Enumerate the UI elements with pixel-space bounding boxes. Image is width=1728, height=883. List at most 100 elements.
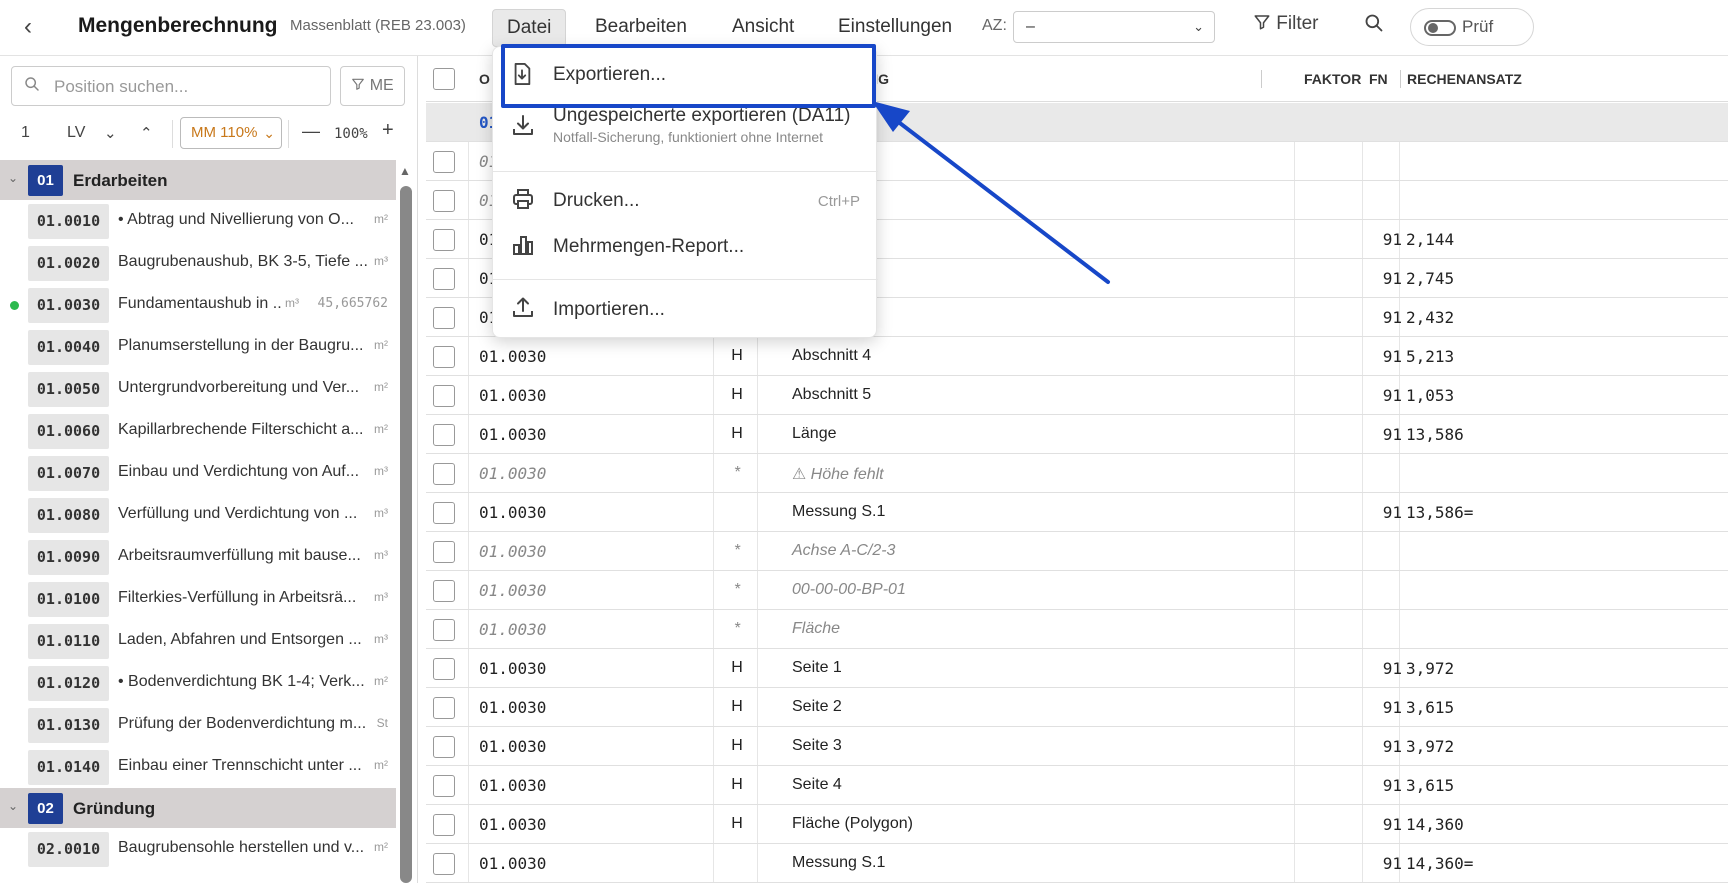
cell-fn[interactable]: 91 <box>1370 698 1402 717</box>
scrollbar[interactable]: ▲ <box>399 164 413 883</box>
cell-description[interactable]: Messung S.1 <box>792 503 885 521</box>
column-header-fn[interactable]: FN <box>1369 71 1388 87</box>
list-item[interactable]: 01.0070 Einbau und Verdichtung von Auf...… <box>0 452 396 494</box>
column-header-pos[interactable]: O <box>479 71 490 87</box>
cell-position[interactable]: 01.0030 <box>479 620 546 639</box>
menu-item-print[interactable]: Drucken... Ctrl+P <box>493 177 878 221</box>
cell-rechenansatz[interactable]: 13,586= <box>1406 503 1473 522</box>
menu-item-import[interactable]: Importieren... <box>493 285 878 331</box>
menu-bearbeiten[interactable]: Bearbeiten <box>581 9 701 47</box>
cell-description[interactable]: Abschnitt 5 <box>792 386 871 404</box>
cell-flag[interactable]: H <box>728 698 746 716</box>
cell-flag[interactable]: H <box>728 776 746 794</box>
cell-flag[interactable]: H <box>728 425 746 443</box>
cell-fn[interactable]: 91 <box>1370 503 1402 522</box>
cell-fn[interactable]: 91 <box>1370 815 1402 834</box>
cell-rechenansatz[interactable]: 3,972 <box>1406 737 1454 756</box>
menu-einstellungen[interactable]: Einstellungen <box>824 9 966 47</box>
cell-description[interactable]: Seite 2 <box>792 698 842 716</box>
cell-fn[interactable]: 91 <box>1370 386 1402 405</box>
zoom-in-button[interactable]: + <box>382 119 394 142</box>
table-row[interactable]: 01.0030 * 00-00-00-BP-01 <box>426 571 1728 610</box>
cell-description[interactable]: Fläche <box>792 620 840 638</box>
table-row[interactable]: 01.0030 H Seite 4 91 3,615 <box>426 766 1728 805</box>
row-checkbox[interactable] <box>433 424 455 446</box>
column-header-rechenansatz[interactable]: RECHENANSATZ <box>1407 71 1522 87</box>
list-item[interactable]: 01.0090 Arbeitsraumverfüllung mit bause..… <box>0 536 396 578</box>
row-checkbox[interactable] <box>433 190 455 212</box>
row-checkbox[interactable] <box>433 151 455 173</box>
list-item[interactable]: 01.0120 • Bodenverdichtung BK 1-4; Verk..… <box>0 662 396 704</box>
cell-description[interactable]: Messung S.1 <box>792 854 885 872</box>
cell-description[interactable]: Seite 4 <box>792 776 842 794</box>
row-checkbox[interactable] <box>433 736 455 758</box>
cell-description[interactable]: Seite 1 <box>792 659 842 677</box>
cell-rechenansatz[interactable]: 1,053 <box>1406 386 1454 405</box>
table-row[interactable]: 01.0030 H Seite 2 91 3,615 <box>426 688 1728 727</box>
cell-rechenansatz[interactable]: 14,360= <box>1406 854 1473 873</box>
cell-description[interactable]: ⚠ Höhe fehlt <box>792 464 884 484</box>
list-item[interactable]: 01.0040 Planumserstellung in der Baugru..… <box>0 326 396 368</box>
table-row[interactable]: 01.0030 H Fläche (Polygon) 91 14,360 <box>426 805 1728 844</box>
cell-fn[interactable]: 91 <box>1370 347 1402 366</box>
cell-flag[interactable]: * <box>728 464 746 482</box>
cell-position[interactable]: 01.0030 <box>479 737 546 756</box>
cell-description[interactable]: Länge <box>792 425 837 443</box>
row-checkbox[interactable] <box>433 502 455 524</box>
table-row[interactable]: 01.0030 H Seite 3 91 3,972 <box>426 727 1728 766</box>
cell-description[interactable]: 00-00-00-BP-01 <box>792 581 906 599</box>
cell-position[interactable]: 01.0030 <box>479 503 546 522</box>
menu-ansicht[interactable]: Ansicht <box>718 9 808 47</box>
cell-flag[interactable]: H <box>728 659 746 677</box>
list-item[interactable]: 01.0030 Fundamentaushub in ... m³ 45,665762 <box>0 284 396 326</box>
cell-rechenansatz[interactable]: 3,615 <box>1406 698 1454 717</box>
row-checkbox[interactable] <box>433 619 455 641</box>
mm-select[interactable]: MM 110% ⌄ <box>180 117 282 149</box>
row-checkbox[interactable] <box>433 463 455 485</box>
back-button[interactable]: ‹ <box>24 14 46 40</box>
pruef-toggle[interactable]: Prüf <box>1410 8 1534 46</box>
select-all-checkbox[interactable] <box>433 68 455 90</box>
row-checkbox[interactable] <box>433 853 455 875</box>
chevron-down-icon[interactable]: ⌄ <box>8 799 18 813</box>
row-checkbox[interactable] <box>433 814 455 836</box>
cell-position[interactable]: 01.0030 <box>479 425 546 444</box>
row-checkbox[interactable] <box>433 697 455 719</box>
me-filter-button[interactable]: ME <box>340 66 405 106</box>
cell-rechenansatz[interactable]: 2,432 <box>1406 308 1454 327</box>
cell-description[interactable]: Fläche (Polygon) <box>792 815 913 833</box>
row-checkbox[interactable] <box>433 658 455 680</box>
row-checkbox[interactable] <box>433 775 455 797</box>
cell-flag[interactable]: H <box>728 737 746 755</box>
list-item[interactable]: 01.0020 Baugrubenaushub, BK 3-5, Tiefe ..… <box>0 242 396 284</box>
search-button[interactable] <box>1364 13 1384 39</box>
table-row[interactable]: 01.0030 * Fläche <box>426 610 1728 649</box>
cell-description[interactable]: Achse A-C/2-3 <box>792 542 895 560</box>
cell-rechenansatz[interactable]: 2,144 <box>1406 230 1454 249</box>
cell-position[interactable]: 01.0030 <box>479 542 546 561</box>
cell-flag[interactable]: * <box>728 542 746 560</box>
table-row[interactable]: 01.0030 H Abschnitt 4 91 5,213 <box>426 337 1728 376</box>
list-item[interactable]: 01.0080 Verfüllung und Verdichtung von ..… <box>0 494 396 536</box>
scrollbar-thumb[interactable] <box>400 186 412 883</box>
list-item[interactable]: 01.0130 Prüfung der Bodenverdichtung m...… <box>0 704 396 746</box>
cell-description[interactable]: Abschnitt 4 <box>792 347 871 365</box>
cell-flag[interactable]: * <box>728 581 746 599</box>
cell-position[interactable]: 01.0030 <box>479 659 546 678</box>
cell-flag[interactable]: H <box>728 347 746 365</box>
menu-item-export-unsaved[interactable]: Ungespeicherte exportieren (DA11) Notfal… <box>493 105 878 157</box>
cell-rechenansatz[interactable]: 2,745 <box>1406 269 1454 288</box>
cell-fn[interactable]: 91 <box>1370 230 1402 249</box>
cell-position[interactable]: 01.0030 <box>479 386 546 405</box>
az-select[interactable]: – ⌄ <box>1013 11 1215 43</box>
cell-fn[interactable]: 91 <box>1370 737 1402 756</box>
row-checkbox[interactable] <box>433 385 455 407</box>
cell-rechenansatz[interactable]: 14,360 <box>1406 815 1464 834</box>
cell-rechenansatz[interactable]: 5,213 <box>1406 347 1454 366</box>
table-row[interactable]: 01.0030 * ⚠ Höhe fehlt <box>426 454 1728 493</box>
cell-position[interactable]: 01.0030 <box>479 815 546 834</box>
table-row[interactable]: 01.0030 H Seite 1 91 3,972 <box>426 649 1728 688</box>
list-item[interactable]: 01.0010 • Abtrag und Nivellierung von O..… <box>0 200 396 242</box>
chevron-down-icon[interactable]: ⌄ <box>8 171 18 185</box>
table-row[interactable]: 01.0030 Messung S.1 91 14,360= <box>426 844 1728 883</box>
